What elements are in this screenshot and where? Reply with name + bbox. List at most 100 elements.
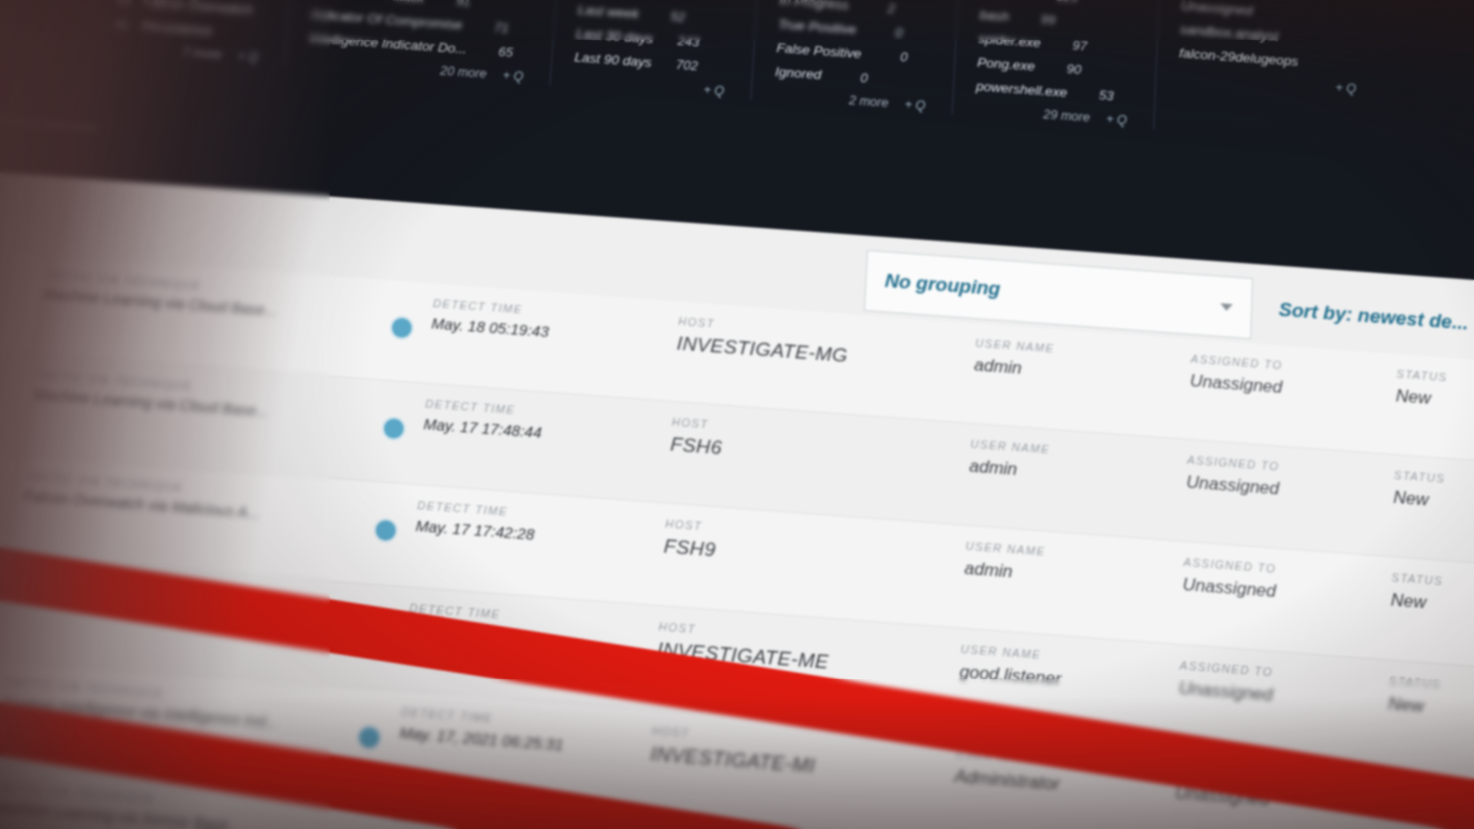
detections-content: Search detections No grouping Sort by: n… [0,114,1474,829]
grouping-value: No grouping [884,270,1001,301]
cell-value: Unassigned [1189,370,1283,398]
cell-value: admin [973,354,1023,378]
cell-value: good.listener [959,661,1062,690]
facet-item[interactable]: bash 99 [979,7,1131,33]
facet-add-filter-icon[interactable]: + Q [1335,80,1356,95]
facet-item[interactable]: Last 30 days 243 [576,26,728,52]
facet-item-count: 65 [497,43,514,60]
cell-value: New [1395,385,1432,409]
cell-value: admin [964,558,1014,582]
facet-item[interactable]: spider.exe 97 [978,31,1130,57]
cell-value: New [1390,589,1427,613]
cell-value: INVESTIGATE-MI [649,743,816,779]
facet-tactic: Tactic274Machine Learning102Custom Intel… [58,0,298,66]
cell-host: HOST FSH6 [670,416,724,460]
cell-value: Unassigned [1185,472,1280,499]
facet-add-filter-icon[interactable]: + Q [502,68,524,83]
facet-item[interactable]: sandbox.analyst [1180,22,1358,50]
facet-item-count: 65 [116,0,133,9]
facet-more-link[interactable]: 2 more [849,93,889,110]
cell-value: admin [968,456,1018,480]
cell-time: DETECT TIME May. 17 17:48:44 [423,398,544,442]
facet-item-count: 91 [455,0,472,10]
facet-assigned-to: Assigned toUnassignedsandbox.analystfalc… [1152,0,1386,146]
facet-add-filter-icon[interactable]: + Q [703,83,725,98]
facet-item-count: 52 [670,8,686,25]
facet-item-count: 702 [675,56,699,74]
facet-item[interactable]: falcon-29delugeops [1179,45,1357,73]
facet-status: StatusNew678In Progress2True Positive0Fa… [749,0,960,115]
cell-time: DETECT TIME May. 18 05:19:43 [431,298,551,341]
facet-footer: + Q [1178,69,1356,95]
cell-user: USER NAME admin [969,438,1050,482]
cell-tech: TACTIC VIA TECHNIQUE Machine Learning via… [33,370,374,429]
facet-item[interactable]: True Positive 0 [777,16,929,42]
cell-user: USER NAME admin [974,338,1055,382]
facet-item-count: 97 [1072,37,1088,54]
facet-item[interactable]: Last week 52 [577,2,729,28]
cell-value: Unassigned [1182,574,1277,602]
facet-item[interactable]: cmd.exe125 [980,0,1132,9]
facet-item-count [1278,36,1324,39]
cell-status: STATUSNew [1390,572,1443,615]
cell-value: New [1393,487,1429,510]
facet-item[interactable]: Pong.exe 90 [977,55,1129,81]
facet-item-label: Last 30 days [575,25,654,47]
facet-list: Tactic274Machine Learning102Custom Intel… [58,0,1386,146]
cell-user: USER NAME good.listener [959,643,1062,690]
photo-of-screen: Detections 702 Tactic274Machine Learning… [0,0,1474,829]
facet-item-label: bash [979,7,1010,25]
facet-item-label: Unassigned [1180,0,1253,18]
facet-footer: 20 more + Q [307,54,524,84]
facet-item-label: sandbox.analyst [1179,21,1279,44]
facet-item-count: 0 [860,70,869,86]
cell-time: DETECT TIME May. 17 17:42:28 [415,500,536,544]
facet-item-label: cmd.exe [980,0,1032,2]
facet-item[interactable]: powershell.exe 53 [976,78,1128,104]
column-label: ASSIGNED TO [1190,353,1283,373]
facet-footer: 2 more + Q [773,88,926,112]
facet-item[interactable]: Unassigned [1181,0,1359,25]
column-label: USER NAME [965,540,1046,559]
facet-item-count: 125 [1032,0,1078,5]
column-label: ASSIGNED TO [1183,556,1277,576]
facet-item-label: Ignored [774,63,822,83]
facet-item-count: 71 [493,19,510,36]
facet-item-label: Last 90 days [573,49,653,70]
facet-item-label: Persistence [140,18,213,39]
facet-footer: + Q [572,73,725,98]
cell-value: FSH6 [669,433,723,460]
facet-item-label: False Positive [776,40,862,62]
facet-item[interactable]: 61 Persistence [82,14,261,42]
facet-add-filter-icon[interactable]: + Q [237,49,259,64]
facet-technique: TechniqueCloud Based ML267Sensor Based M… [283,0,561,86]
column-label: USER NAME [970,438,1051,457]
cell-value: FSH9 [663,535,717,562]
severity-indicator-icon [356,724,383,751]
facet-item[interactable]: False Positive 0 [776,40,928,66]
cell-status: STATUSNew [1393,470,1445,512]
facet-item[interactable]: In Progress 2 [779,0,931,18]
cell-assign: ASSIGNED TOUnassigned [1190,353,1284,398]
facet-add-filter-icon[interactable]: + Q [1106,112,1127,127]
column-label: USER NAME [974,337,1055,356]
falcon-detections-app: Detections 702 Tactic274Machine Learning… [0,0,1474,829]
column-label: USER NAME [960,643,1042,663]
facet-add-filter-icon[interactable]: + Q [904,97,925,112]
facet-item-label: Indicator Of Attack [313,0,425,6]
facet-item-label: Pong.exe [976,54,1036,74]
facet-item-count: 99 [1040,11,1056,28]
facet-more-link[interactable]: 7 more [182,45,222,62]
facet-item-label: In Progress [778,0,850,13]
chevron-down-icon [1220,302,1233,311]
column-label: HOST [664,518,703,534]
facet-more-link[interactable]: 29 more [1043,107,1090,124]
facet-item[interactable]: Last 90 days 702 [574,49,726,75]
sort-by-button[interactable]: Sort by: newest de... [1278,299,1468,335]
facet-item-count: 53 [1098,87,1114,104]
facet-item[interactable]: Ignored 0 [775,64,927,90]
cell-assign: ASSIGNED TOUnassigned [1186,454,1280,499]
cell-value: May. 18 05:19:43 [430,315,550,342]
facet-more-link[interactable]: 20 more [440,64,487,81]
facet-item-label: True Positive [777,16,857,37]
